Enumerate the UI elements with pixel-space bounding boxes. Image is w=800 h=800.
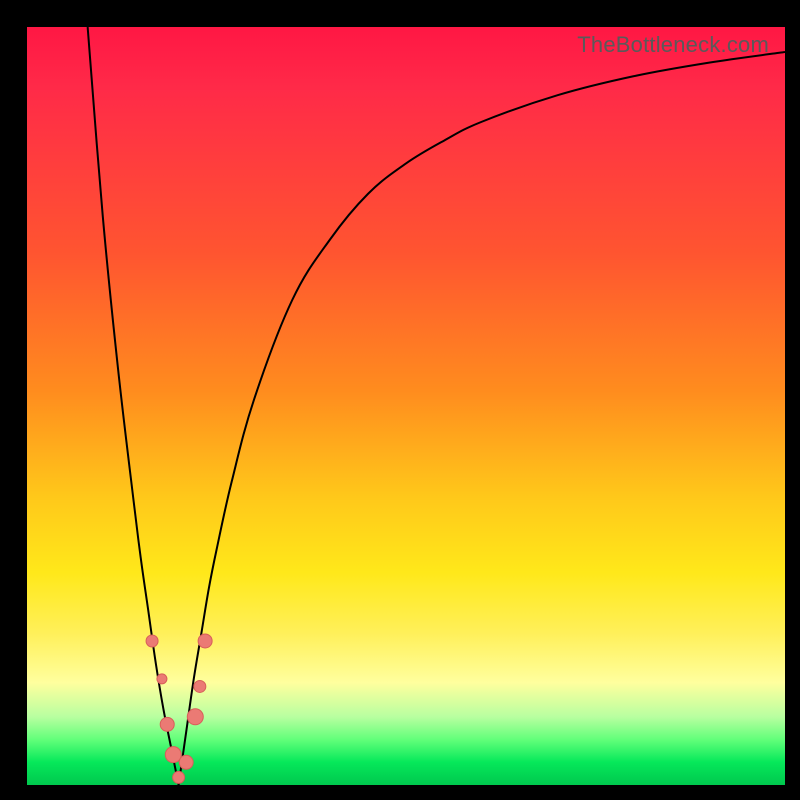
data-marker (198, 634, 212, 648)
data-markers (146, 634, 212, 783)
curve-left (88, 27, 179, 785)
watermark-text: TheBottleneck.com (577, 32, 769, 58)
plot-area: TheBottleneck.com (27, 27, 785, 785)
chart-frame: TheBottleneck.com (0, 0, 800, 800)
data-marker (146, 635, 158, 647)
data-marker (160, 717, 174, 731)
data-marker (179, 755, 193, 769)
data-marker (173, 771, 185, 783)
data-marker (165, 747, 181, 763)
data-marker (187, 709, 203, 725)
curve-right (179, 52, 785, 785)
curve-overlay (27, 27, 785, 785)
data-marker (194, 680, 206, 692)
data-marker (157, 674, 167, 684)
